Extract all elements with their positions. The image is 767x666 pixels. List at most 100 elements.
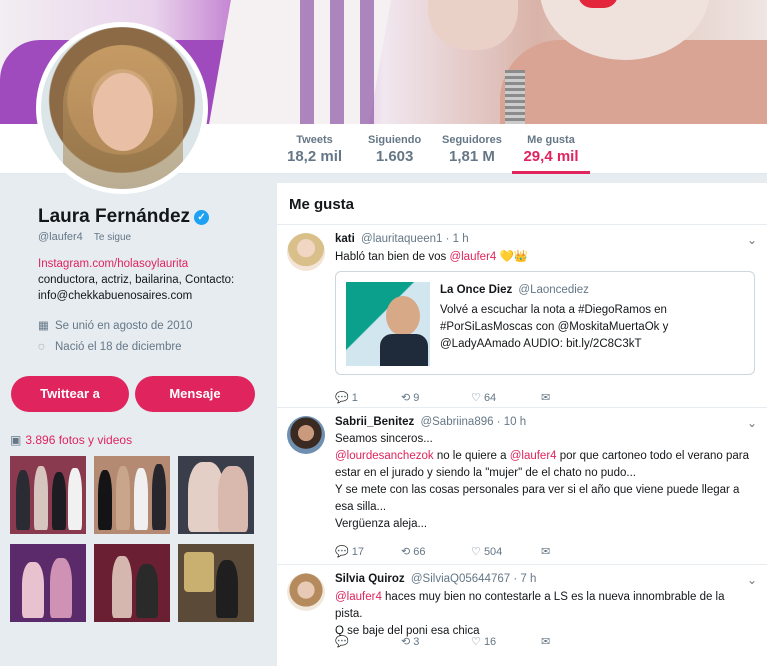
retweet-count: 9 <box>413 392 420 404</box>
tweet-author-name[interactable]: Sabrii_Benitez <box>335 416 414 428</box>
tweet-text-line: Vergüenza aleja... <box>335 518 428 530</box>
tweet-time[interactable]: · 10 h <box>497 416 526 428</box>
message-button[interactable]: Mensaje <box>135 376 255 412</box>
media-thumbnail[interactable] <box>94 544 170 622</box>
like-icon: ♡ <box>471 546 481 558</box>
media-thumbnail[interactable] <box>178 544 254 622</box>
reply-icon: 💬 <box>335 546 349 558</box>
tweet[interactable]: Sabrii_Benitez @Sabriina896 · 10 h ⌄ Sea… <box>277 408 767 565</box>
tweet-text: Habló tan bien de vos @laufer4 💛👑 <box>335 249 528 266</box>
stat-following[interactable]: Siguiendo 1.603 <box>368 134 421 165</box>
like-button[interactable]: ♡ 504 <box>471 545 502 558</box>
media-thumbnail[interactable] <box>178 456 254 534</box>
tweet-author-handle[interactable]: @lauritaqueen1 <box>361 233 442 245</box>
quoted-author-handle: @Laoncediez <box>518 284 589 296</box>
mention-link[interactable]: @laufer4 <box>335 591 382 603</box>
chevron-down-icon[interactable]: ⌄ <box>747 573 757 587</box>
mention-link[interactable]: @lourdesanchezok <box>335 450 434 462</box>
stat-label: Me gusta <box>527 134 575 146</box>
tweet[interactable]: Silvia Quiroz @SilviaQ05644767 · 7 h ⌄ @… <box>277 565 767 666</box>
retweet-count: 66 <box>413 546 426 558</box>
tweet-header: Sabrii_Benitez @Sabriina896 · 10 h <box>335 416 526 428</box>
tweet-text-line: Seamos sinceros... <box>335 433 433 445</box>
tweet-author-name[interactable]: kati <box>335 233 355 245</box>
mention-link[interactable]: @laufer4 <box>449 251 496 263</box>
media-thumbnail[interactable] <box>94 456 170 534</box>
envelope-icon: ✉ <box>541 636 551 648</box>
tweet[interactable]: kati @lauritaqueen1 · 1 h ⌄ Habló tan bi… <box>277 225 767 408</box>
profile-name-text: Laura Fernández <box>38 206 191 227</box>
tweet-text: Seamos sinceros... @lourdesanchezok no l… <box>335 431 755 533</box>
joined-text: Se unió en agosto de 2010 <box>55 320 193 332</box>
tweet-header: kati @lauritaqueen1 · 1 h <box>335 233 469 245</box>
quoted-tweet-image <box>346 282 430 366</box>
profile-handle-row: @laufer4 Te sigue <box>38 231 131 243</box>
profile-name[interactable]: Laura Fernández ✓ <box>38 206 210 228</box>
retweet-button[interactable]: ⟲ 66 <box>401 545 426 558</box>
tweet-time[interactable]: · 7 h <box>513 573 536 585</box>
balloon-icon: ◌ <box>38 341 45 353</box>
timeline-title: Me gusta <box>277 183 767 225</box>
reply-icon: 💬 <box>335 392 349 404</box>
stat-tweets[interactable]: Tweets 18,2 mil <box>287 134 342 165</box>
quoted-tweet[interactable]: La Once Diez @Laoncediez Volvé a escucha… <box>335 271 755 375</box>
tweet-text-line: Y se mete con las cosas personales para … <box>335 484 740 513</box>
tweet-avatar[interactable] <box>287 233 325 271</box>
stat-value: 18,2 mil <box>287 148 343 165</box>
calendar-icon: ▦ <box>38 320 49 332</box>
follows-you-badge: Te sigue <box>93 232 132 243</box>
chevron-down-icon[interactable]: ⌄ <box>747 416 757 430</box>
tweet-header: Silvia Quiroz @SilviaQ05644767 · 7 h <box>335 573 536 585</box>
profile-avatar[interactable] <box>36 22 208 194</box>
reply-count: 17 <box>351 546 365 558</box>
tweet-author-name[interactable]: Silvia Quiroz <box>335 573 405 585</box>
tweet-avatar[interactable] <box>287 416 325 454</box>
like-count: 504 <box>483 546 503 558</box>
envelope-icon: ✉ <box>541 546 551 558</box>
stat-likes[interactable]: Me gusta 29,4 mil <box>512 134 590 174</box>
tweet-avatar[interactable] <box>287 573 325 611</box>
retweet-icon: ⟲ <box>401 392 411 404</box>
retweet-count: 3 <box>413 636 420 648</box>
stat-followers[interactable]: Seguidores 1,81 M <box>442 134 502 165</box>
profile-sidebar: Laura Fernández ✓ @laufer4 Te sigue Insta… <box>0 174 276 666</box>
profile-handle: @laufer4 <box>38 231 83 243</box>
tweet-text-part: no le quiere a <box>433 450 510 462</box>
reply-button[interactable]: 💬 1 <box>335 391 358 404</box>
tweet-time[interactable]: · 1 h <box>446 233 469 245</box>
tweet-text-part: Habló tan bien de vos <box>335 251 450 263</box>
stat-label: Seguidores <box>442 134 502 146</box>
tweet-author-handle[interactable]: @Sabriina896 <box>420 416 493 428</box>
profile-bio: Instagram.com/holasoylaurita conductora,… <box>38 256 270 304</box>
tweet-text: @laufer4 haces muy bien no contestarle a… <box>335 589 755 640</box>
media-thumbnail[interactable] <box>10 544 86 622</box>
joined-date: ▦ Se unió en agosto de 2010 <box>38 318 192 332</box>
media-link[interactable]: ▣ 3.896 fotos y videos <box>10 433 132 447</box>
direct-message-button[interactable]: ✉ <box>541 635 550 648</box>
retweet-button[interactable]: ⟲ 9 <box>401 391 419 404</box>
like-button[interactable]: ♡ 64 <box>471 391 496 404</box>
likes-timeline: Me gusta kati @lauritaqueen1 · 1 h ⌄ Hab… <box>277 183 767 666</box>
reply-button[interactable]: 💬 <box>335 635 349 648</box>
media-thumbnail[interactable] <box>10 456 86 534</box>
tweet-emoji: 💛👑 <box>496 251 529 263</box>
birthday-text: Nació el 18 de diciembre <box>55 341 182 353</box>
like-button[interactable]: ♡ 16 <box>471 635 496 648</box>
stat-value: 1.603 <box>375 148 414 165</box>
direct-message-button[interactable]: ✉ <box>541 391 550 404</box>
media-label: 3.896 fotos y videos <box>25 433 133 447</box>
tweet-to-button[interactable]: Twittear a <box>11 376 129 412</box>
reply-button[interactable]: 💬 17 <box>335 545 364 558</box>
tweet-author-handle[interactable]: @SilviaQ05644767 <box>411 573 510 585</box>
chevron-down-icon[interactable]: ⌄ <box>747 233 757 247</box>
retweet-button[interactable]: ⟲ 3 <box>401 635 419 648</box>
retweet-icon: ⟲ <box>401 546 411 558</box>
stat-value: 29,4 mil <box>523 148 579 165</box>
mention-link[interactable]: @laufer4 <box>510 450 557 462</box>
reply-count: 1 <box>351 392 358 404</box>
envelope-icon: ✉ <box>541 392 551 404</box>
tweet-text-part: haces muy bien no contestarle a LS es la… <box>335 591 725 620</box>
bio-link[interactable]: Instagram.com/holasoylaurita <box>38 256 270 272</box>
direct-message-button[interactable]: ✉ <box>541 545 550 558</box>
bio-text: conductora, actriz, bailarina, Contacto:… <box>38 274 235 302</box>
